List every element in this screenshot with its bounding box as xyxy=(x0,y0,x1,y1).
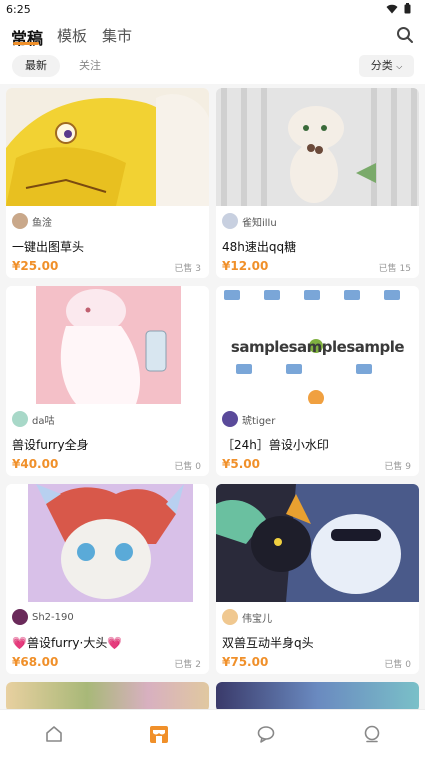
shop-icon xyxy=(150,726,168,743)
category-label: 分类 xyxy=(370,59,393,72)
product-thumbnail xyxy=(6,286,209,404)
wifi-icon xyxy=(386,4,398,13)
filter-latest[interactable]: 最新 xyxy=(12,55,60,77)
product-thumbnail xyxy=(216,88,419,206)
product-thumbnail xyxy=(6,484,209,602)
avatar xyxy=(222,609,238,625)
item-price: ¥5.00 xyxy=(222,457,260,471)
product-card[interactable]: 伟宝儿 双兽互动半身q头 ¥75.00 已售 0 xyxy=(216,484,419,674)
product-thumbnail xyxy=(6,88,209,206)
battery-icon xyxy=(404,3,411,14)
product-thumbnail xyxy=(6,682,209,712)
sold-count: 已售 3 xyxy=(174,264,201,274)
product-card[interactable] xyxy=(216,682,419,712)
sold-count: 已售 9 xyxy=(384,462,411,472)
nav-profile[interactable] xyxy=(361,723,383,745)
chevron-down-icon: ⌵ xyxy=(396,62,403,71)
item-price: ¥75.00 xyxy=(222,655,269,669)
item-title: 一键出图草头 xyxy=(12,240,85,254)
seller-info[interactable]: 伟宝儿 xyxy=(222,609,272,625)
tab-templates[interactable]: 模板 xyxy=(57,25,87,46)
nav-home[interactable] xyxy=(43,723,65,745)
bottom-nav xyxy=(0,709,425,757)
product-thumbnail xyxy=(216,484,419,602)
item-price: ¥68.00 xyxy=(12,655,59,669)
item-title: 双兽互动半身q头 xyxy=(222,636,314,650)
seller-info[interactable]: 琥tiger xyxy=(222,411,275,427)
seller-info[interactable]: Sh2-190 xyxy=(12,609,74,625)
status-bar: 6:25 xyxy=(0,0,425,20)
profile-icon xyxy=(364,725,380,743)
category-dropdown[interactable]: 分类 ⌵ xyxy=(359,55,414,77)
seller-name: 雀知illu xyxy=(242,217,277,229)
seller-name: 琥tiger xyxy=(242,415,276,427)
seller-info[interactable]: 雀知illu xyxy=(222,213,277,229)
product-card[interactable] xyxy=(6,682,209,712)
top-header: 常稿 模板 集市 最新 关注 分类 ⌵ xyxy=(0,20,425,84)
product-thumbnail xyxy=(216,682,419,712)
product-card[interactable]: da咕 兽设furry全身 ¥40.00 已售 0 xyxy=(6,286,209,476)
product-card[interactable]: 鱼淦 一键出图草头 ¥25.00 已售 3 xyxy=(6,88,209,278)
search-icon[interactable] xyxy=(396,26,414,44)
watermark-text: samplesamplesample xyxy=(230,338,405,356)
item-price: ¥40.00 xyxy=(12,457,59,471)
item-title: 兽设furry全身 xyxy=(12,438,89,452)
avatar xyxy=(222,411,238,427)
sold-count: 已售 2 xyxy=(174,660,201,670)
product-card[interactable]: samplesamplesample 琥tiger ［24h］兽设小水印 ¥5.… xyxy=(216,286,419,476)
nav-messages[interactable] xyxy=(255,723,277,745)
item-title: 💗兽设furry·大头💗 xyxy=(12,636,123,650)
chat-icon xyxy=(257,726,275,743)
seller-name: Sh2-190 xyxy=(32,611,74,623)
item-title: ［24h］兽设小水印 xyxy=(222,438,329,452)
filter-following[interactable]: 关注 xyxy=(70,55,110,77)
seller-info[interactable]: da咕 xyxy=(12,411,54,427)
sold-count: 已售 0 xyxy=(174,462,201,472)
product-thumbnail: samplesamplesample xyxy=(216,286,419,404)
tab-regular[interactable]: 常稿 xyxy=(11,25,43,49)
sold-count: 已售 15 xyxy=(378,264,411,274)
seller-info[interactable]: 鱼淦 xyxy=(12,213,52,229)
seller-name: 鱼淦 xyxy=(32,217,52,229)
sold-count: 已售 0 xyxy=(384,660,411,670)
item-price: ¥12.00 xyxy=(222,259,269,273)
avatar xyxy=(12,411,28,427)
seller-name: da咕 xyxy=(32,415,55,427)
tab-market[interactable]: 集市 xyxy=(102,25,132,46)
seller-name: 伟宝儿 xyxy=(242,613,272,625)
avatar xyxy=(222,213,238,229)
active-tab-indicator xyxy=(13,42,39,45)
avatar xyxy=(12,213,28,229)
item-title: 48h速出qq糖 xyxy=(222,240,297,254)
item-price: ¥25.00 xyxy=(12,259,59,273)
product-card[interactable]: 雀知illu 48h速出qq糖 ¥12.00 已售 15 xyxy=(216,88,419,278)
status-time: 6:25 xyxy=(6,3,31,16)
nav-shop[interactable] xyxy=(148,723,170,745)
product-card[interactable]: Sh2-190 💗兽设furry·大头💗 ¥68.00 已售 2 xyxy=(6,484,209,674)
avatar xyxy=(12,609,28,625)
status-icons xyxy=(386,3,411,14)
home-icon xyxy=(46,726,62,742)
